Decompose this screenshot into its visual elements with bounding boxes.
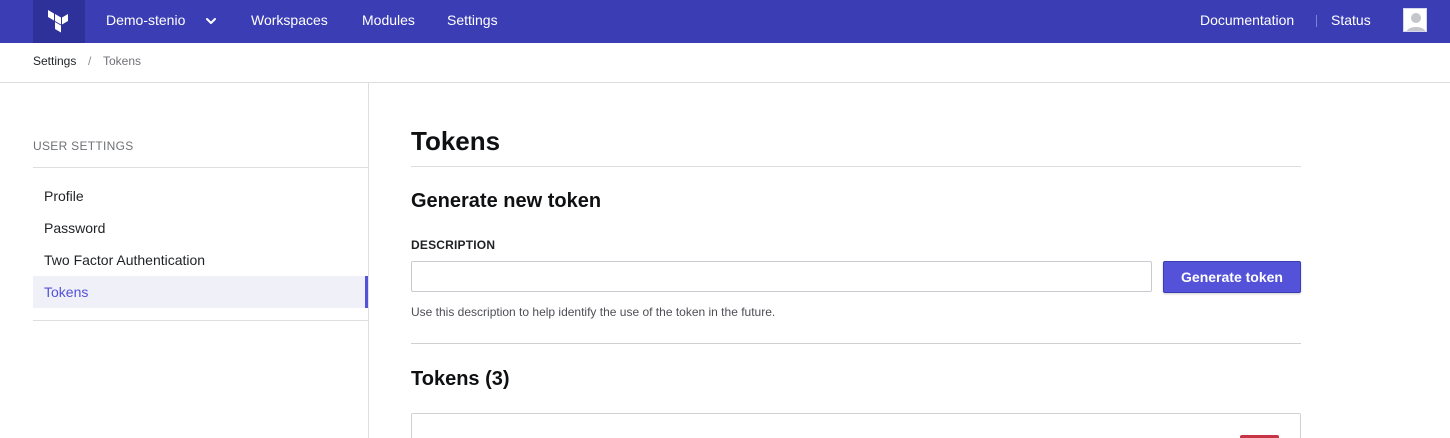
nav-documentation-link[interactable]: Documentation bbox=[1200, 0, 1294, 43]
sidebar-rule-top bbox=[33, 167, 368, 168]
token-list-item bbox=[411, 413, 1301, 438]
user-avatar-icon[interactable] bbox=[1403, 8, 1427, 32]
breadcrumb: Settings / Tokens bbox=[0, 43, 1450, 83]
generate-token-heading: Generate new token bbox=[411, 190, 602, 212]
breadcrumb-separator: / bbox=[88, 54, 92, 68]
nav-modules-link[interactable]: Modules bbox=[362, 0, 415, 43]
description-label: DESCRIPTION bbox=[411, 238, 496, 252]
section-divider bbox=[411, 343, 1301, 344]
description-help-text: Use this description to help identify th… bbox=[411, 305, 776, 319]
chevron-down-icon[interactable] bbox=[203, 13, 219, 29]
breadcrumb-settings-link[interactable]: Settings bbox=[33, 54, 76, 68]
sidebar-item-two-factor[interactable]: Two Factor Authentication bbox=[33, 244, 368, 276]
sidebar-item-password[interactable]: Password bbox=[33, 212, 368, 244]
breadcrumb-current: Tokens bbox=[103, 54, 142, 68]
title-divider bbox=[411, 166, 1301, 167]
sidebar-rule-bottom bbox=[33, 320, 368, 321]
description-input[interactable] bbox=[411, 261, 1152, 292]
nav-workspaces-link[interactable]: Workspaces bbox=[251, 0, 328, 43]
sidebar-heading: USER SETTINGS bbox=[33, 139, 134, 153]
nav-settings-link[interactable]: Settings bbox=[447, 0, 498, 43]
org-switcher[interactable]: Demo-stenio bbox=[106, 0, 185, 43]
nav-divider bbox=[1316, 15, 1317, 27]
top-nav: Demo-stenio Workspaces Modules Settings … bbox=[0, 0, 1450, 43]
sidebar-divider bbox=[368, 83, 369, 438]
terraform-logo-icon[interactable] bbox=[33, 0, 85, 43]
generate-token-button[interactable]: Generate token bbox=[1163, 261, 1301, 293]
nav-status-link[interactable]: Status bbox=[1331, 0, 1371, 43]
tokens-list-heading: Tokens (3) bbox=[411, 368, 510, 390]
sidebar-item-tokens[interactable]: Tokens bbox=[33, 276, 368, 308]
sidebar-item-profile[interactable]: Profile bbox=[33, 180, 368, 212]
page-title: Tokens bbox=[411, 126, 501, 156]
